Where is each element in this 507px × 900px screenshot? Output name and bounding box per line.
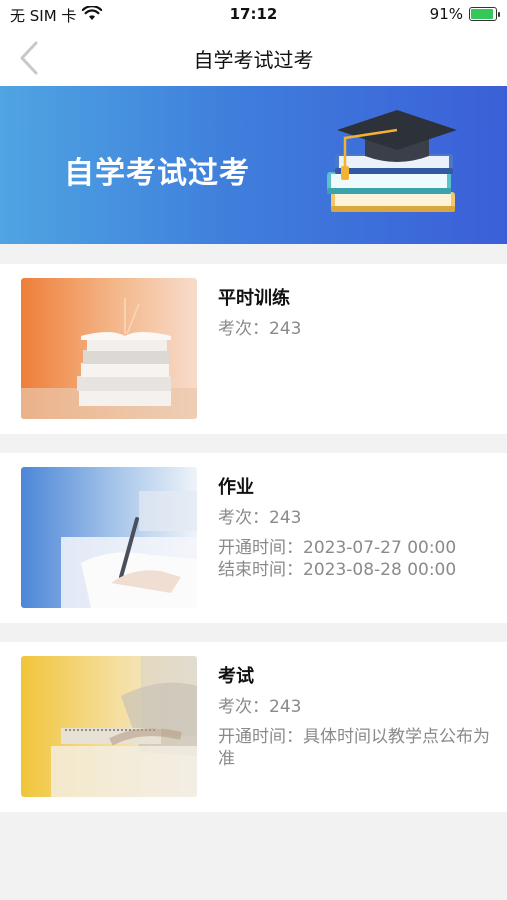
card-exam[interactable]: 考试 考次：243 开通时间：具体时间以教学点公布为准 [0, 642, 507, 812]
banner-title: 自学考试过考 [64, 156, 250, 191]
exam-thumbnail [21, 656, 197, 797]
end-label: 结束时间： [218, 560, 303, 580]
count-value: 243 [269, 697, 302, 717]
card-practice[interactable]: 平时训练 考次：243 [0, 264, 507, 434]
end-value: 2023-08-28 00:00 [303, 560, 457, 580]
status-right: 91% [429, 5, 500, 23]
open-label: 开通时间： [218, 727, 303, 747]
count-value: 243 [269, 319, 302, 339]
practice-text: 平时训练 考次：243 [218, 284, 491, 340]
count-label: 考次： [218, 508, 269, 528]
open-label: 开通时间： [218, 538, 303, 558]
practice-thumbnail [21, 278, 197, 419]
status-bar: 无 SIM 卡 17:12 91% [0, 0, 507, 30]
homework-text: 作业 考次：243 开通时间：2023-07-27 00:00 结束时间：202… [218, 473, 491, 581]
end-time: 结束时间：2023-08-28 00:00 [218, 559, 491, 581]
battery-icon [469, 7, 500, 21]
battery-fill [471, 9, 493, 19]
exam-count: 考次：243 [218, 507, 491, 529]
exam-text: 考试 考次：243 开通时间：具体时间以教学点公布为准 [218, 662, 491, 770]
page-title: 自学考试过考 [193, 48, 314, 72]
card-homework[interactable]: 作业 考次：243 开通时间：2023-07-27 00:00 结束时间：202… [0, 453, 507, 623]
exam-count: 考次：243 [218, 696, 491, 718]
open-time: 开通时间：具体时间以教学点公布为准 [218, 726, 491, 770]
card-title: 作业 [218, 477, 254, 498]
graduation-cap-books-icon [327, 110, 457, 212]
card-title: 考试 [218, 666, 254, 687]
nav-bar: 自学考试过考 [0, 30, 507, 86]
count-value: 243 [269, 508, 302, 528]
homework-thumbnail [21, 467, 197, 608]
count-label: 考次： [218, 319, 269, 339]
count-label: 考次： [218, 697, 269, 717]
open-time: 开通时间：2023-07-27 00:00 [218, 537, 491, 559]
battery-percent: 91% [429, 5, 463, 23]
exam-count: 考次：243 [218, 318, 491, 340]
card-title: 平时训练 [218, 288, 290, 309]
banner: 自学考试过考 [0, 86, 507, 244]
open-value: 2023-07-27 00:00 [303, 538, 457, 558]
